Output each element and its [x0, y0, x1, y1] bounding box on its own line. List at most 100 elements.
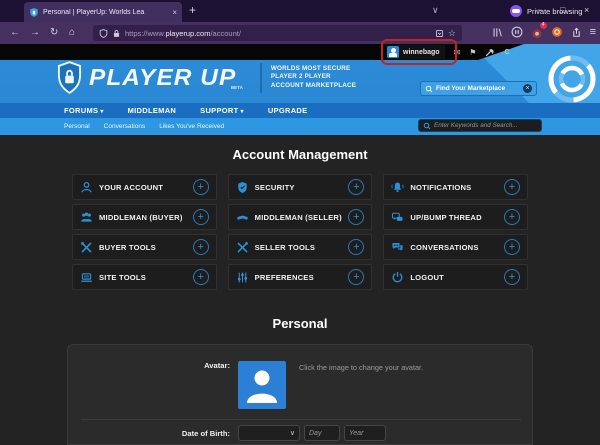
tile-middleman-seller[interactable]: MIDDLEMAN (SELLER) + — [227, 204, 373, 230]
expand-plus-button[interactable]: + — [192, 209, 209, 225]
tile-notifications[interactable]: NOTIFICATIONS + — [383, 174, 529, 200]
tracking-shield-icon[interactable] — [99, 28, 108, 38]
chevron-down-icon: ▾ — [100, 109, 104, 115]
subnav-conversations[interactable]: Conversations — [104, 123, 146, 130]
logo-shield-lock-icon — [57, 61, 82, 94]
laptop-icon — [81, 272, 92, 282]
dob-year-input[interactable] — [344, 425, 386, 441]
tab-title: Personal | PlayerUp: Worlds Lea — [43, 8, 145, 16]
shield-icon — [237, 181, 247, 193]
browser-tab[interactable]: Personal | PlayerUp: Worlds Lea × — [24, 2, 182, 22]
reload-button[interactable]: ↻ — [50, 27, 58, 38]
subnav-personal[interactable]: Personal — [64, 123, 90, 130]
tab-close-icon[interactable]: × — [172, 8, 177, 17]
avatar-hint: Click the image to change your avatar. — [299, 363, 424, 372]
lock-icon[interactable] — [112, 29, 121, 38]
loading-spinner-icon — [548, 55, 596, 103]
menu-icon[interactable]: ≡ — [590, 26, 596, 38]
truncated-link-label[interactable]: C — [504, 49, 509, 56]
expand-plus-button[interactable]: + — [348, 239, 365, 255]
expand-plus-button[interactable]: + — [348, 269, 365, 285]
home-button[interactable]: ⌂ — [69, 27, 75, 38]
extension-with-badge-icon[interactable]: 4 — [531, 22, 547, 39]
extension-icon — [532, 29, 542, 39]
personal-panel: Avatar: Click the image to change your a… — [67, 344, 533, 445]
save-page-icon[interactable] — [435, 29, 444, 38]
wrench-icon[interactable] — [485, 47, 495, 57]
dob-day-input[interactable] — [304, 425, 340, 441]
expand-plus-button[interactable]: + — [504, 269, 521, 285]
account-management-grid: YOUR ACCOUNT + SECURITY + NOTIFICATIONS … — [72, 174, 529, 290]
toolbar-extensions: 4 ≡ — [492, 22, 596, 39]
dob-month-select[interactable]: ∨ — [238, 425, 300, 441]
list-tabs-chevron-icon[interactable]: ∨ — [432, 5, 439, 16]
expand-plus-button[interactable]: + — [192, 179, 209, 195]
bookmark-star-icon[interactable]: ☆ — [448, 28, 456, 39]
page-viewport: FORUMS ▾ MIDDLEMAN SUPPORT ▾ UPGRADE Perso… — [0, 44, 600, 445]
browser-window: Personal | PlayerUp: Worlds Lea × + ∨ Pr… — [0, 0, 600, 445]
search-icon — [425, 85, 433, 92]
page-title: Account Management — [232, 147, 368, 162]
clear-search-icon[interactable]: × — [523, 84, 532, 93]
tools-icon — [237, 241, 248, 252]
maximize-button[interactable]: □ — [560, 5, 565, 15]
expand-plus-button[interactable]: + — [348, 179, 365, 195]
tile-up-bump-thread[interactable]: UP/BUMP THREAD + — [383, 204, 529, 230]
chevron-down-icon: ▾ — [240, 109, 244, 115]
tools-icon — [81, 241, 92, 252]
tile-logout[interactable]: LOGOUT + — [383, 264, 529, 290]
tile-security[interactable]: SECURITY + — [227, 174, 373, 200]
tile-site-tools[interactable]: SITE TOOLS + — [72, 264, 217, 290]
divider — [81, 419, 521, 420]
tile-conversations[interactable]: CONVERSATIONS + — [383, 234, 529, 260]
private-browsing-label: Private browsing — [527, 7, 583, 16]
power-icon — [392, 271, 403, 282]
nav-upgrade[interactable]: UPGRADE — [268, 106, 308, 115]
tile-buyer-tools[interactable]: BUYER TOOLS + — [72, 234, 217, 260]
expand-plus-button[interactable]: + — [504, 239, 521, 255]
dob-row: Date of Birth: ∨ — [68, 425, 534, 441]
library-icon[interactable] — [492, 27, 503, 38]
send-to-device-icon[interactable] — [571, 27, 582, 38]
marketplace-search[interactable]: × — [420, 81, 537, 96]
playerup-favicon-shield-icon — [30, 7, 38, 17]
new-tab-button[interactable]: + — [189, 3, 196, 17]
browser-toolbar: ← → ↻ ⌂ https://www.playerup.com/account… — [0, 22, 600, 44]
avatar-row: Avatar: Click the image to change your a… — [68, 361, 534, 409]
keyword-search[interactable] — [418, 119, 542, 132]
alerts-flag-icon[interactable]: ⚑ — [469, 48, 476, 57]
keyword-search-input[interactable] — [434, 122, 537, 129]
orange-extension-icon[interactable] — [551, 26, 563, 38]
nav-support[interactable]: SUPPORT ▾ — [200, 106, 244, 115]
nav-middleman[interactable]: MIDDLEMAN — [128, 106, 177, 115]
logo-divider — [259, 62, 262, 93]
subnav-likes-received[interactable]: Likes You've Received — [159, 123, 224, 130]
user-icon — [81, 181, 92, 192]
back-button[interactable]: ← — [10, 27, 20, 38]
minimize-button[interactable]: − — [537, 5, 542, 15]
close-window-button[interactable]: × — [584, 5, 589, 15]
expand-plus-button[interactable]: + — [348, 209, 365, 225]
tile-seller-tools[interactable]: SELLER TOOLS + — [227, 234, 373, 260]
expand-plus-button[interactable]: + — [192, 239, 209, 255]
forward-button[interactable]: → — [30, 27, 40, 38]
search-icon — [423, 122, 431, 129]
avatar-image[interactable] — [238, 361, 286, 409]
bell-icon — [391, 181, 404, 192]
site-logo[interactable]: PLAYER UP BETA WORLDS MOST SECURE PLAYER… — [57, 61, 356, 94]
logo-wordmark: PLAYER UP — [89, 64, 237, 90]
pause-recording-icon[interactable] — [511, 26, 523, 38]
tile-your-account[interactable]: YOUR ACCOUNT + — [72, 174, 217, 200]
nav-forums[interactable]: FORUMS ▾ — [64, 106, 104, 115]
badge-count: 4 — [539, 22, 547, 29]
dob-label: Date of Birth: — [181, 428, 230, 438]
expand-plus-button[interactable]: + — [504, 179, 521, 195]
tile-middleman-buyer[interactable]: MIDDLEMAN (BUYER) + — [72, 204, 217, 230]
main-nav: FORUMS ▾ MIDDLEMAN SUPPORT ▾ UPGRADE — [0, 103, 600, 118]
marketplace-search-input[interactable] — [436, 85, 520, 92]
private-browsing-mask-icon — [510, 5, 522, 17]
expand-plus-button[interactable]: + — [192, 269, 209, 285]
avatar-label: Avatar: — [204, 361, 230, 370]
expand-plus-button[interactable]: + — [504, 209, 521, 225]
tile-preferences[interactable]: PREFERENCES + — [227, 264, 373, 290]
